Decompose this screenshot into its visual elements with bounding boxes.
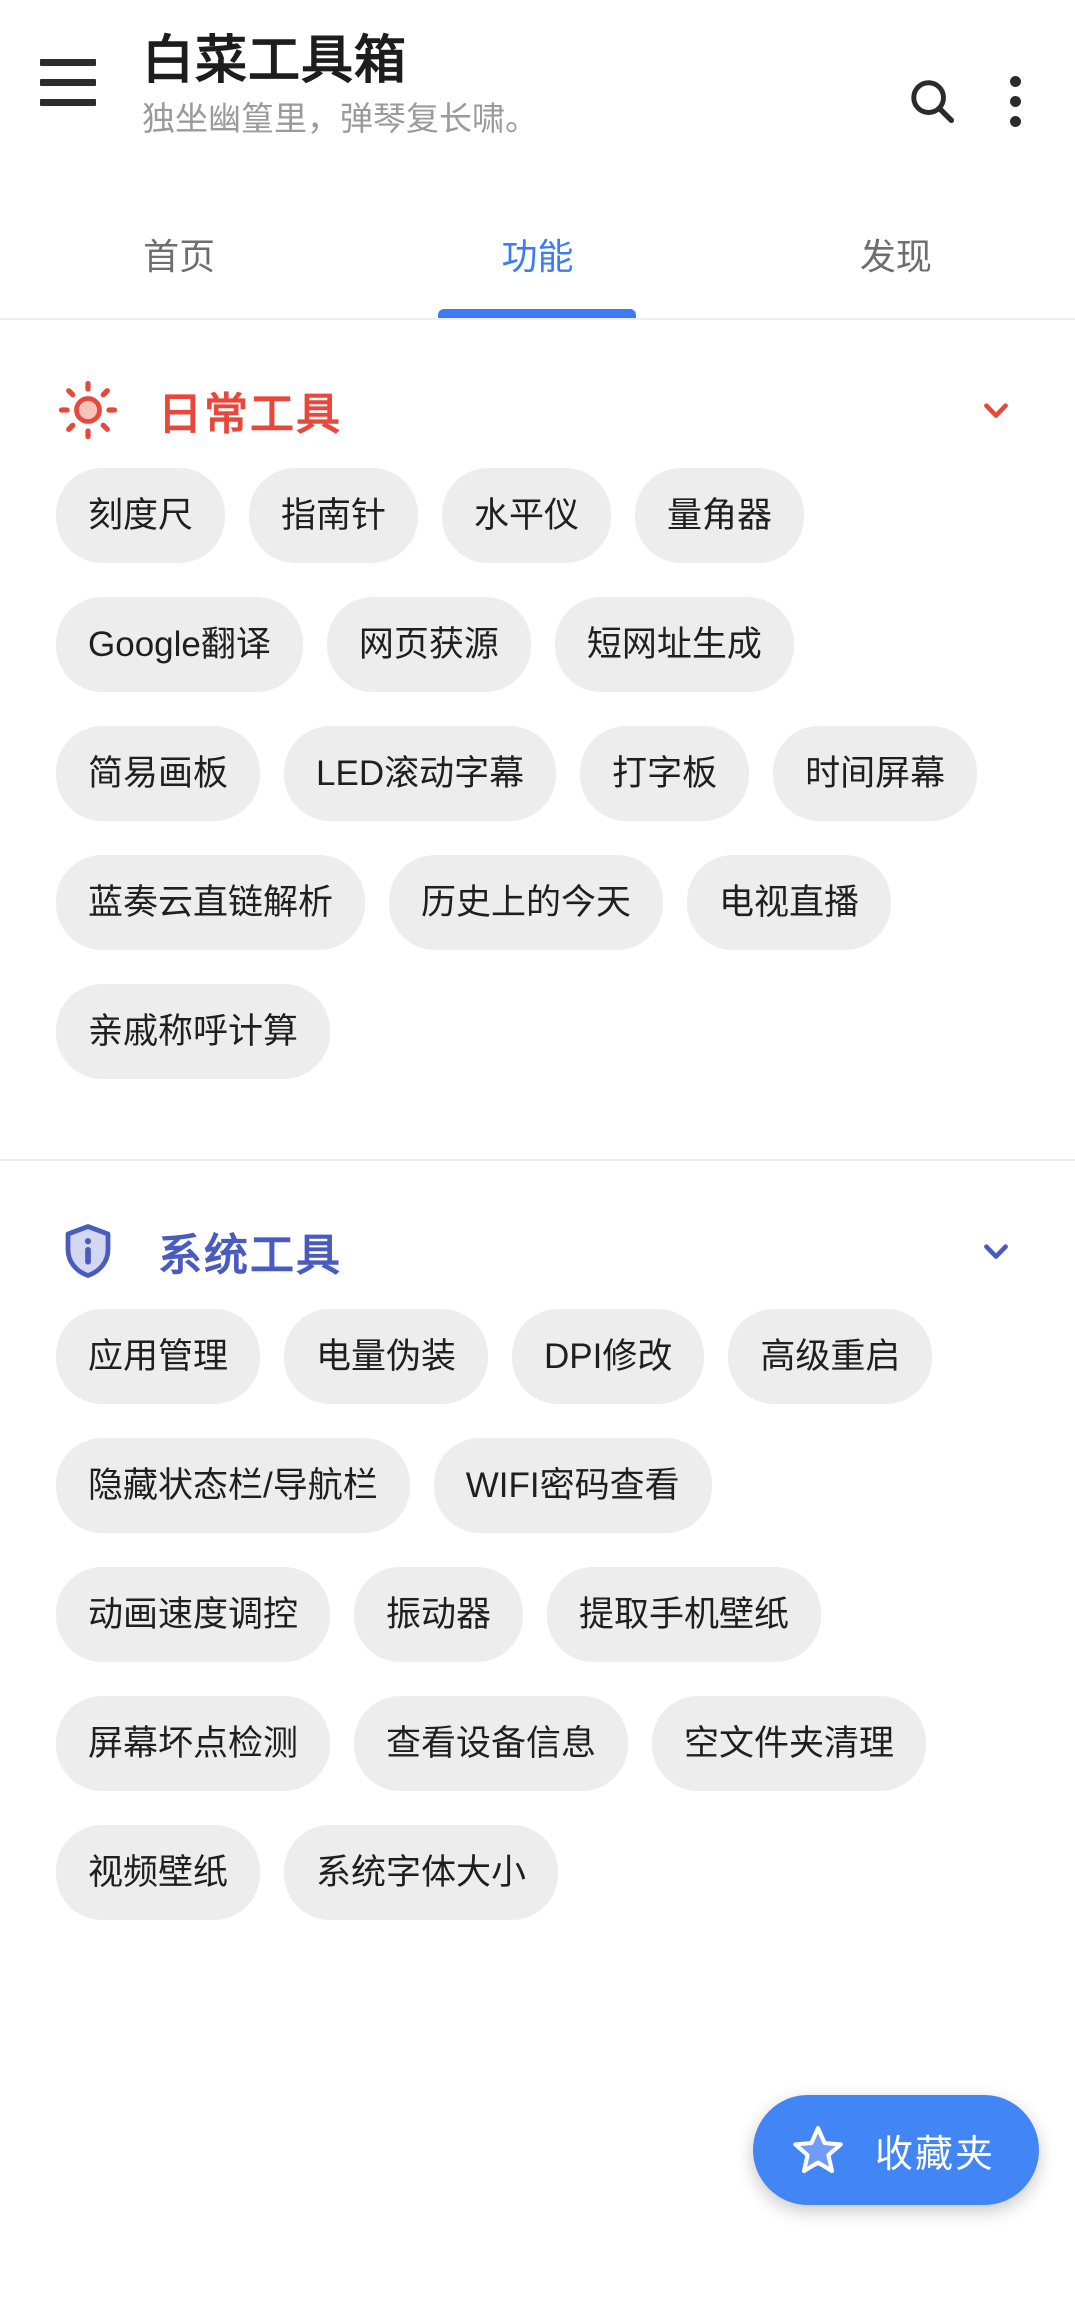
tool-chip[interactable]: DPI修改 (512, 1309, 705, 1404)
tool-chip[interactable]: 简易画板 (56, 726, 261, 821)
section-title-system-tools: 系统工具 (158, 1231, 342, 1280)
tool-chip[interactable]: LED滚动字幕 (284, 726, 557, 821)
tool-chip[interactable]: 水平仪 (442, 468, 612, 563)
tab-bar: 首页 功能 发现 (0, 190, 1075, 318)
favorites-fab-label: 收藏夹 (874, 2133, 995, 2176)
tool-chip[interactable]: 屏幕坏点检测 (56, 1696, 331, 1791)
tool-chip[interactable]: 量角器 (635, 468, 805, 563)
tool-chip[interactable]: 提取手机壁纸 (547, 1567, 822, 1662)
tool-chip[interactable]: 应用管理 (56, 1309, 261, 1404)
search-icon[interactable] (889, 58, 975, 144)
tool-chip[interactable]: 隐藏状态栏/导航栏 (56, 1438, 410, 1533)
section-header-daily-tools[interactable]: 日常工具 (0, 320, 1075, 468)
chevron-down-icon[interactable] (973, 387, 1019, 433)
tool-sections: 日常工具 刻度尺 指南针 水平仪 量角器 Google翻译 网页获源 短网址生成… (0, 320, 1075, 1982)
section-title-daily-tools: 日常工具 (158, 390, 342, 439)
tab-functions[interactable]: 功能 (358, 190, 716, 318)
page-title: 白菜工具箱 (142, 32, 408, 90)
tool-chip[interactable]: 刻度尺 (56, 468, 226, 563)
hamburger-menu-icon[interactable] (30, 44, 106, 120)
tool-chip[interactable]: 时间屏幕 (773, 726, 978, 821)
tool-chip[interactable]: 蓝奏云直链解析 (56, 855, 366, 950)
tool-chip[interactable]: 亲戚称呼计算 (56, 984, 331, 1079)
sun-icon (56, 378, 120, 442)
tool-chip[interactable]: 系统字体大小 (284, 1825, 559, 1920)
tool-chip[interactable]: 空文件夹清理 (652, 1696, 927, 1791)
tool-chip[interactable]: 短网址生成 (554, 597, 794, 692)
more-vertical-icon[interactable] (985, 58, 1045, 144)
tool-chip[interactable]: 查看设备信息 (354, 1696, 629, 1791)
tool-chip[interactable]: 高级重启 (728, 1309, 933, 1404)
tool-chip[interactable]: 动画速度调控 (56, 1567, 331, 1662)
favorites-fab[interactable]: 收藏夹 (752, 2095, 1039, 2205)
section-system-tools: 系统工具 应用管理 电量伪装 DPI修改 高级重启 隐藏状态栏/导航栏 WIFI… (0, 1161, 1075, 1982)
page-subtitle: 独坐幽篁里，弹琴复长啸。 (142, 100, 538, 138)
tool-chip[interactable]: WIFI密码查看 (433, 1438, 712, 1533)
shield-info-icon (56, 1219, 120, 1283)
tool-chip[interactable]: 网页获源 (326, 597, 531, 692)
chevron-down-icon[interactable] (973, 1228, 1019, 1274)
app-title-block: 白菜工具箱 独坐幽篁里，弹琴复长啸。 (106, 26, 889, 139)
section-header-system-tools[interactable]: 系统工具 (0, 1161, 1075, 1309)
tab-home[interactable]: 首页 (0, 190, 358, 318)
kebab-dot (1009, 75, 1021, 87)
tool-chip[interactable]: 打字板 (580, 726, 750, 821)
hamburger-bar (40, 78, 96, 86)
tool-chip[interactable]: 视频壁纸 (56, 1825, 261, 1920)
hamburger-bar (40, 58, 96, 66)
tool-chip[interactable]: Google翻译 (56, 597, 303, 692)
app-bar-actions (889, 26, 1045, 144)
tool-chip[interactable]: 振动器 (354, 1567, 524, 1662)
tool-chip[interactable]: 历史上的今天 (389, 855, 664, 950)
kebab-dot (1009, 95, 1021, 107)
tool-chip[interactable]: 电量伪装 (284, 1309, 489, 1404)
chip-list-system-tools: 应用管理 电量伪装 DPI修改 高级重启 隐藏状态栏/导航栏 WIFI密码查看 … (0, 1309, 1075, 1954)
tool-chip[interactable]: 指南针 (249, 468, 419, 563)
tab-discover[interactable]: 发现 (717, 190, 1075, 318)
tool-chip[interactable]: 电视直播 (687, 855, 892, 950)
kebab-dot (1009, 115, 1021, 127)
section-daily-tools: 日常工具 刻度尺 指南针 水平仪 量角器 Google翻译 网页获源 短网址生成… (0, 320, 1075, 1141)
hamburger-bar (40, 98, 96, 106)
chip-list-daily-tools: 刻度尺 指南针 水平仪 量角器 Google翻译 网页获源 短网址生成 简易画板… (0, 468, 1075, 1113)
app-bar: 白菜工具箱 独坐幽篁里，弹琴复长啸。 (0, 0, 1075, 190)
star-outline-icon (789, 2121, 847, 2179)
